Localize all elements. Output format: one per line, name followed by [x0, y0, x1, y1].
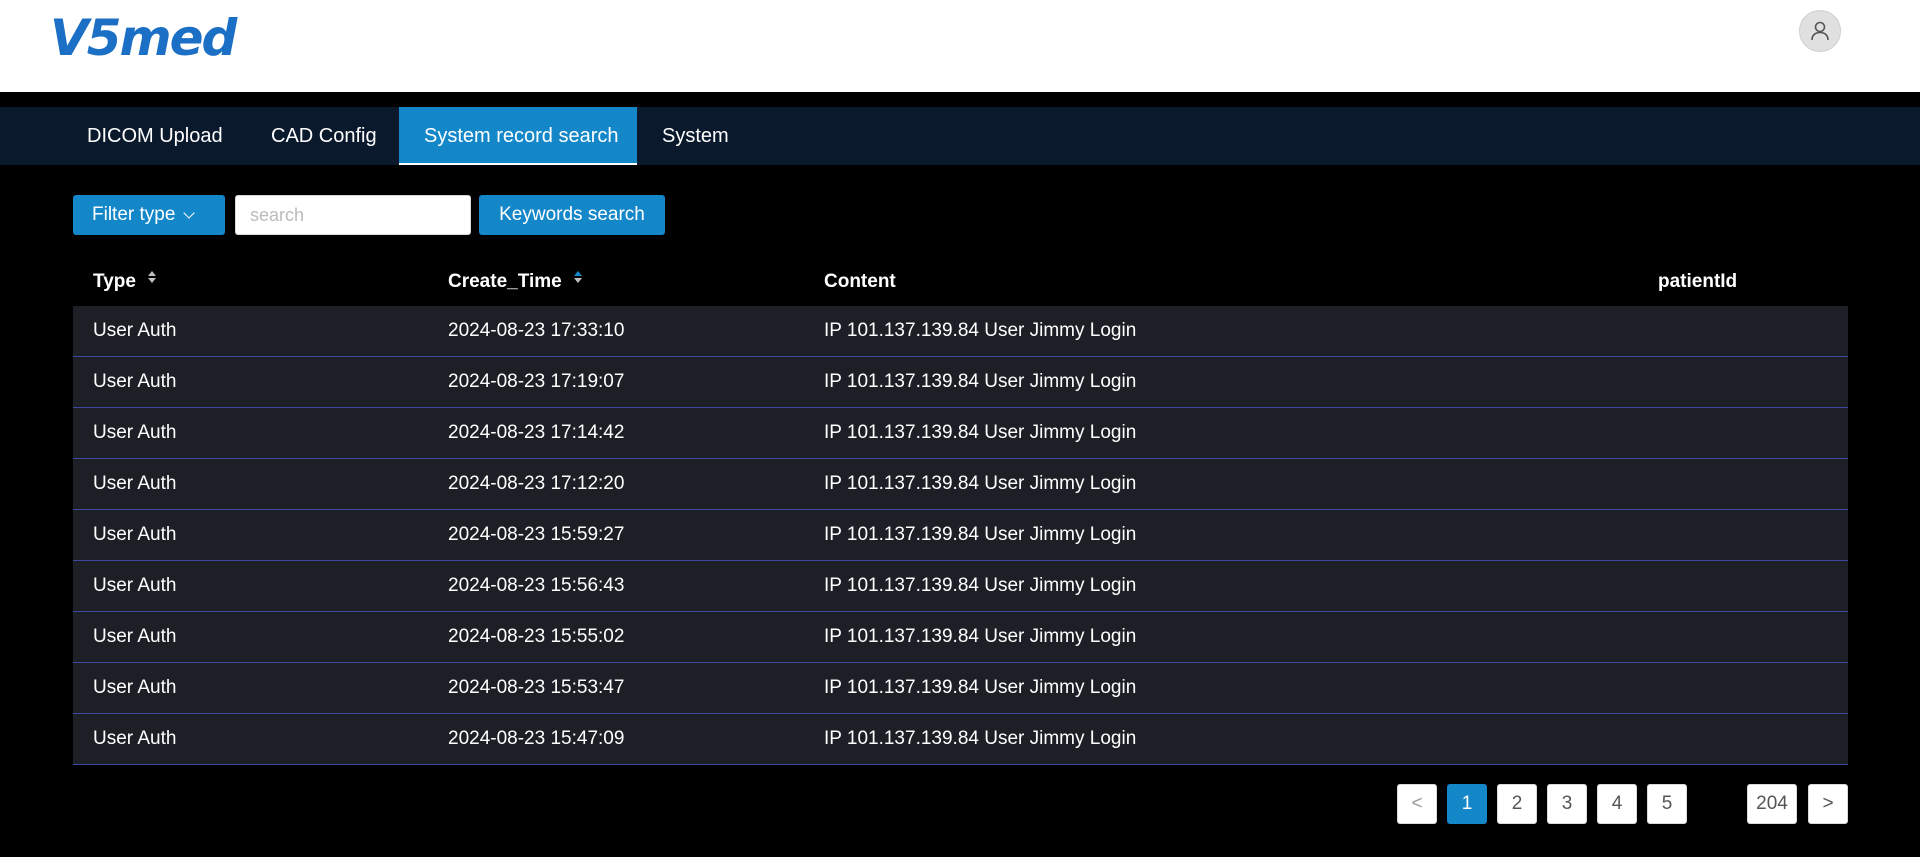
pagination-page-4[interactable]: 4 [1597, 784, 1637, 824]
cell-type: User Auth [93, 677, 177, 698]
cell-content: IP 101.137.139.84 User Jimmy Login [824, 371, 1137, 392]
keywords-search-button[interactable]: Keywords search [479, 195, 665, 235]
cell-content: IP 101.137.139.84 User Jimmy Login [824, 320, 1137, 341]
cell-type: User Auth [93, 422, 177, 443]
tab-system[interactable]: System [637, 107, 754, 165]
pagination-page-5[interactable]: 5 [1647, 784, 1687, 824]
column-header-content: Content [824, 271, 896, 292]
sort-icon[interactable] [573, 271, 582, 283]
table-row[interactable]: User Auth 2024-08-23 15:53:47 IP 101.137… [73, 663, 1848, 714]
table-header: Type Create_Time Content patientId [73, 258, 1848, 306]
cell-type: User Auth [93, 728, 177, 749]
cell-create-time: 2024-08-23 17:33:10 [448, 320, 625, 341]
column-header-type[interactable]: Type [93, 258, 156, 306]
table-row[interactable]: User Auth 2024-08-23 17:12:20 IP 101.137… [73, 459, 1848, 510]
table-row[interactable]: User Auth 2024-08-23 15:56:43 IP 101.137… [73, 561, 1848, 612]
tab-dicom-upload[interactable]: DICOM Upload [62, 107, 248, 165]
app-header: V5med [0, 0, 1920, 92]
filter-type-dropdown[interactable]: Filter type [73, 195, 225, 235]
main-nav: DICOM Upload CAD Config System record se… [0, 107, 1920, 165]
table-row[interactable]: User Auth 2024-08-23 15:55:02 IP 101.137… [73, 612, 1848, 663]
cell-type: User Auth [93, 575, 177, 596]
cell-create-time: 2024-08-23 17:14:42 [448, 422, 625, 443]
cell-create-time: 2024-08-23 17:19:07 [448, 371, 625, 392]
cell-create-time: 2024-08-23 15:59:27 [448, 524, 625, 545]
cell-content: IP 101.137.139.84 User Jimmy Login [824, 728, 1137, 749]
table-row[interactable]: User Auth 2024-08-23 15:59:27 IP 101.137… [73, 510, 1848, 561]
chevron-down-icon [183, 207, 196, 219]
filter-type-label: Filter type [92, 204, 176, 225]
table-row[interactable]: User Auth 2024-08-23 17:14:42 IP 101.137… [73, 408, 1848, 459]
logo: V5med [50, 9, 237, 67]
cell-create-time: 2024-08-23 15:47:09 [448, 728, 625, 749]
cell-create-time: 2024-08-23 15:53:47 [448, 677, 625, 698]
table-row[interactable]: User Auth 2024-08-23 17:19:07 IP 101.137… [73, 357, 1848, 408]
user-avatar-button[interactable] [1799, 10, 1841, 52]
user-icon [1811, 21, 1829, 41]
cell-type: User Auth [93, 320, 177, 341]
cell-content: IP 101.137.139.84 User Jimmy Login [824, 422, 1137, 443]
pagination-page-3[interactable]: 3 [1547, 784, 1587, 824]
cell-content: IP 101.137.139.84 User Jimmy Login [824, 575, 1137, 596]
column-header-patient-id: patientId [1658, 271, 1738, 292]
cell-content: IP 101.137.139.84 User Jimmy Login [824, 524, 1137, 545]
cell-content: IP 101.137.139.84 User Jimmy Login [824, 473, 1137, 494]
cell-type: User Auth [93, 524, 177, 545]
cell-create-time: 2024-08-23 15:56:43 [448, 575, 625, 596]
pagination-prev-button[interactable]: < [1397, 784, 1437, 824]
column-header-create-time[interactable]: Create_Time [448, 258, 582, 306]
pagination-page-2[interactable]: 2 [1497, 784, 1537, 824]
table-body: User Auth 2024-08-23 17:33:10 IP 101.137… [73, 306, 1848, 765]
pagination-page-1[interactable]: 1 [1447, 784, 1487, 824]
cell-create-time: 2024-08-23 15:55:02 [448, 626, 625, 647]
pagination-next-button[interactable]: > [1808, 784, 1848, 824]
cell-content: IP 101.137.139.84 User Jimmy Login [824, 677, 1137, 698]
cell-create-time: 2024-08-23 17:12:20 [448, 473, 625, 494]
table-row[interactable]: User Auth 2024-08-23 15:47:09 IP 101.137… [73, 714, 1848, 765]
pagination-last-page[interactable]: 204 [1747, 784, 1797, 824]
cell-content: IP 101.137.139.84 User Jimmy Login [824, 626, 1137, 647]
cell-type: User Auth [93, 371, 177, 392]
cell-type: User Auth [93, 626, 177, 647]
tab-cad-config[interactable]: CAD Config [246, 107, 402, 165]
search-input[interactable] [235, 195, 471, 235]
tab-system-record-search[interactable]: System record search [399, 107, 637, 165]
table-row[interactable]: User Auth 2024-08-23 17:33:10 IP 101.137… [73, 306, 1848, 357]
sort-icon[interactable] [147, 271, 156, 283]
cell-type: User Auth [93, 473, 177, 494]
